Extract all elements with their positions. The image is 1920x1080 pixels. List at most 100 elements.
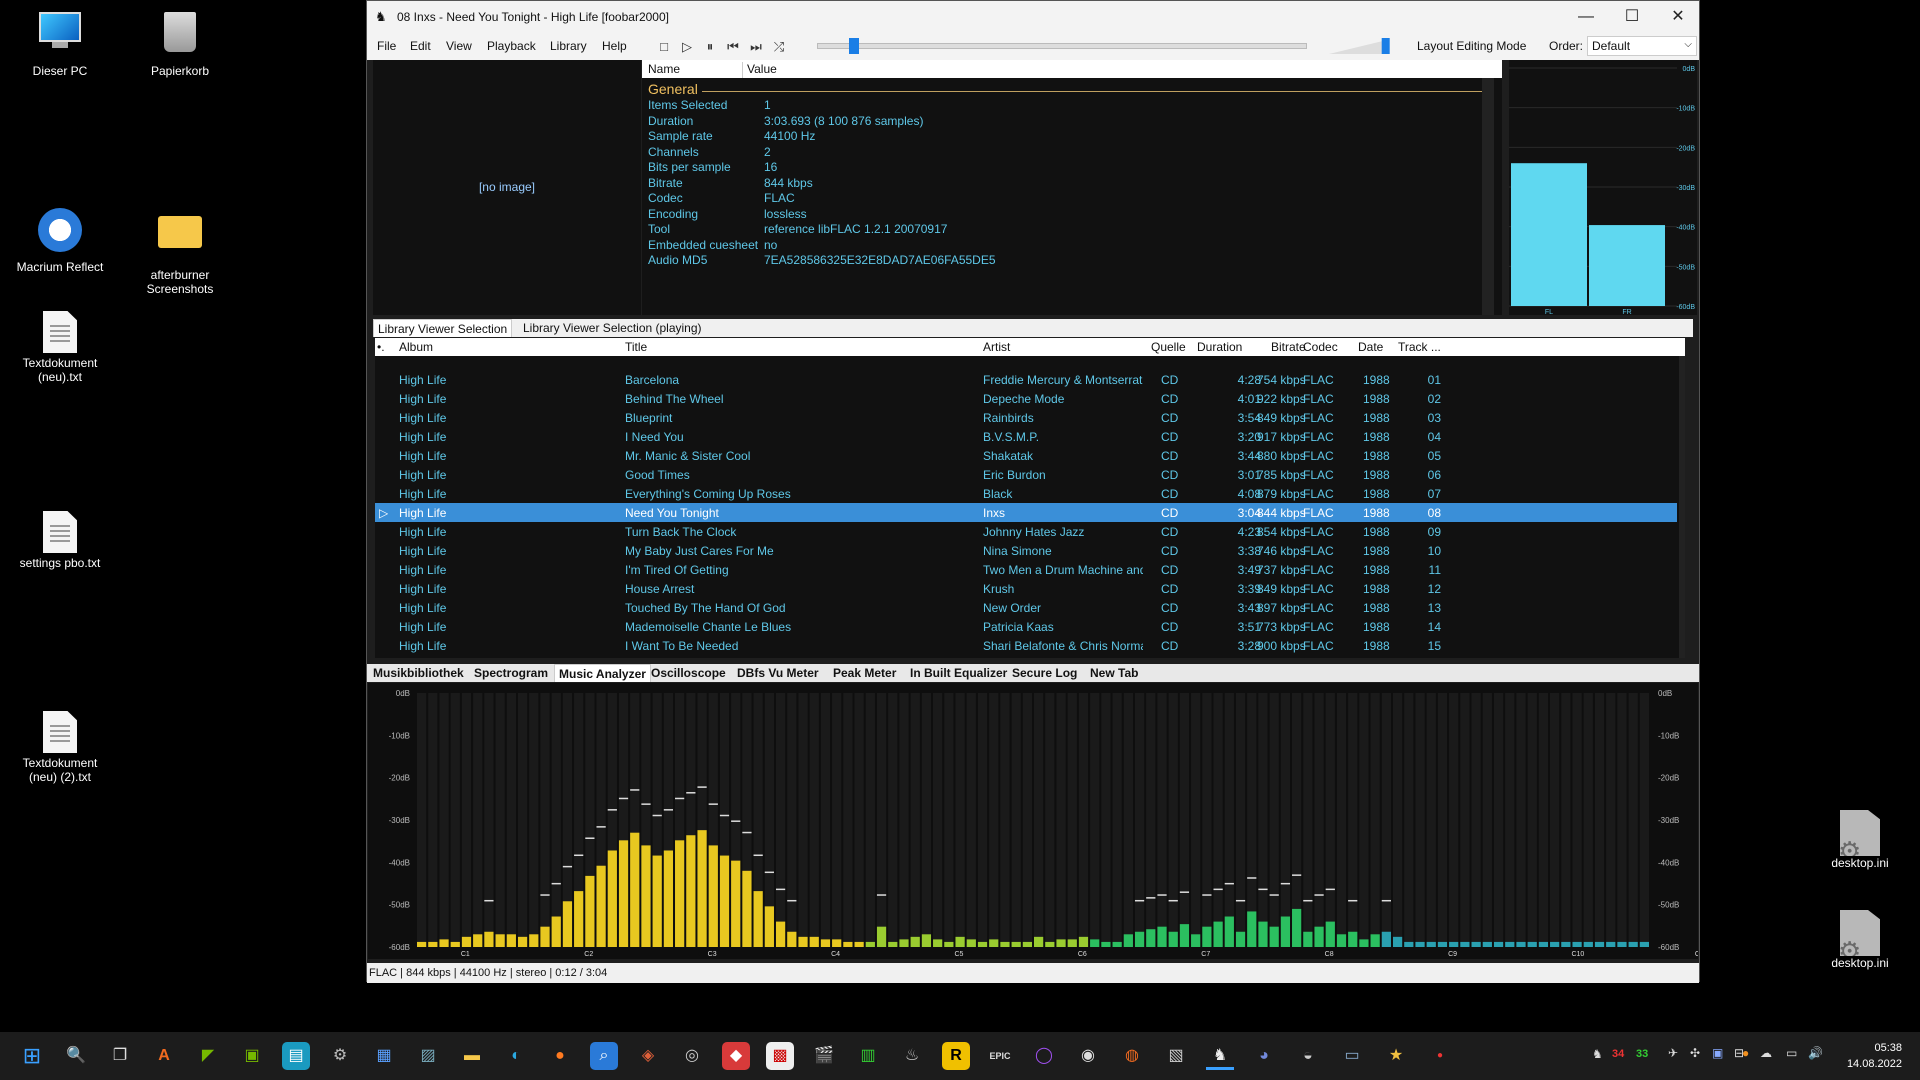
property-row[interactable]: Audio MD5 7EA528586325E32E8DAD7AE06FA55DE…: [648, 253, 996, 267]
playlist-row[interactable]: High Life I Want To Be Needed Shari Belafo…: [375, 636, 1677, 655]
tray-icon-1[interactable]: ♞: [1592, 1047, 1603, 1061]
playlist-row[interactable]: High Life House Arrest Krush CD 3:39 849 kbps…: [375, 579, 1677, 598]
property-row[interactable]: Sample rate 44100 Hz: [648, 129, 815, 143]
firefox-icon[interactable]: ●: [546, 1042, 574, 1070]
tray-icon-4[interactable]: ▣: [1712, 1046, 1723, 1060]
playlist-row[interactable]: High Life I Need You B.V.S.M.P. CD 3:20 917 k…: [375, 427, 1677, 446]
playlist-row[interactable]: High Life Mademoiselle Chante Le Blues Pat…: [375, 617, 1677, 636]
tab-music-analyzer[interactable]: Music Analyzer: [554, 664, 651, 682]
desktop-icon-afterburner-screenshots[interactable]: afterburner Screenshots: [130, 208, 230, 296]
store-icon[interactable]: ▦: [370, 1042, 398, 1070]
app-icon-12[interactable]: ★: [1382, 1042, 1410, 1070]
clock[interactable]: 05:38 14.08.2022: [1840, 1040, 1902, 1072]
col-name-header[interactable]: Name: [648, 62, 680, 76]
epic-games-icon[interactable]: EPIC: [986, 1042, 1014, 1070]
desktop-icon-settings-pbo[interactable]: settings pbo.txt: [10, 508, 110, 570]
title-bar[interactable]: ♞ 08 Inxs - Need You Tonight - High Life…: [367, 1, 1699, 33]
volume-icon[interactable]: 🔊: [1808, 1046, 1823, 1060]
col-playing-indicator[interactable]: •.: [377, 340, 385, 354]
menu-edit[interactable]: Edit: [410, 39, 431, 53]
playlist-row[interactable]: High Life Behind The Wheel Depeche Mode CD 4…: [375, 389, 1677, 408]
desktop-icon-this-pc[interactable]: Dieser PC: [10, 8, 110, 78]
app-icon-10[interactable]: ◒: [1294, 1042, 1322, 1070]
nvidia-control-icon[interactable]: ▣: [238, 1042, 266, 1070]
start-icon[interactable]: ⊞: [18, 1042, 46, 1070]
playlist-row[interactable]: High Life Everything's Coming Up Roses Bla…: [375, 484, 1677, 503]
monitor-app-icon[interactable]: ▤: [282, 1042, 310, 1070]
tray-icon-6[interactable]: ●: [1742, 1046, 1749, 1060]
foobar-taskbar-icon[interactable]: ♞: [1206, 1042, 1234, 1070]
network-icon[interactable]: ▭: [1786, 1046, 1797, 1060]
col-quelle[interactable]: Quelle: [1151, 340, 1186, 354]
col-artist[interactable]: Artist: [983, 340, 1010, 354]
seek-bar[interactable]: [817, 38, 1307, 54]
tab-spectrogram[interactable]: Spectrogram: [474, 666, 548, 680]
property-row[interactable]: Bitrate 844 kbps: [648, 176, 813, 190]
task-view-icon[interactable]: ❐: [106, 1042, 134, 1070]
photos-icon[interactable]: ▨: [414, 1042, 442, 1070]
playlist-row[interactable]: High Life Good Times Eric Burdon CD 3:01 785 …: [375, 465, 1677, 484]
desktop-icon-macrium-reflect[interactable]: Macrium Reflect: [10, 208, 110, 274]
property-row[interactable]: Codec FLAC: [648, 191, 795, 205]
origin-icon[interactable]: ◍: [1118, 1042, 1146, 1070]
random-icon[interactable]: ⤮: [770, 38, 788, 56]
next-icon[interactable]: ⏭: [747, 38, 765, 56]
tab-new-tab[interactable]: New Tab: [1090, 666, 1138, 680]
menu-file[interactable]: File: [377, 39, 396, 53]
property-row[interactable]: Encoding lossless: [648, 207, 807, 221]
col-bitrate[interactable]: Bitrate: [1271, 340, 1306, 354]
discord-icon[interactable]: ◕: [1250, 1042, 1278, 1070]
col-title[interactable]: Title: [625, 340, 647, 354]
col-track[interactable]: Track ...: [1398, 340, 1441, 354]
tab-musikbibliothek[interactable]: Musikbibliothek: [373, 666, 464, 680]
layout-editing-mode-button[interactable]: Layout Editing Mode: [1417, 39, 1526, 53]
col-album[interactable]: Album: [399, 340, 433, 354]
previous-icon[interactable]: ⏮: [724, 38, 742, 56]
app-icon-1[interactable]: A: [150, 1042, 178, 1070]
magnifier-app-icon[interactable]: ⌕: [590, 1042, 618, 1070]
col-duration[interactable]: Duration: [1197, 340, 1242, 354]
app-icon-2[interactable]: ◈: [634, 1042, 662, 1070]
tab-secure-log[interactable]: Secure Log: [1012, 666, 1077, 680]
property-row[interactable]: Embedded cuesheet no: [648, 238, 777, 252]
property-row[interactable]: Bits per sample 16: [648, 160, 777, 174]
menu-help[interactable]: Help: [602, 39, 627, 53]
app-icon-9[interactable]: ▧: [1162, 1042, 1190, 1070]
clapper-icon[interactable]: 🎬: [810, 1042, 838, 1070]
ubisoft-icon[interactable]: ◉: [1074, 1042, 1102, 1070]
app-icon-4[interactable]: ◆: [722, 1042, 750, 1070]
playlist-row[interactable]: High Life Blueprint Rainbirds CD 3:54 849 kbp…: [375, 408, 1677, 427]
properties-scrollbar[interactable]: [1482, 78, 1494, 315]
seek-thumb[interactable]: [849, 38, 860, 54]
play-icon[interactable]: ▷: [678, 38, 696, 56]
file-explorer-icon[interactable]: ▬: [458, 1042, 486, 1070]
menu-playback[interactable]: Playback: [487, 39, 536, 53]
app-icon-13[interactable]: ●: [1426, 1042, 1454, 1070]
app-icon-11[interactable]: ▭: [1338, 1042, 1366, 1070]
app-icon-3[interactable]: ◎: [678, 1042, 706, 1070]
tab-dbfs-vu-meter[interactable]: DBfs Vu Meter: [737, 666, 819, 680]
onedrive-icon[interactable]: ☁: [1760, 1046, 1772, 1060]
playlist-row[interactable]: High Life Touched By The Hand Of God New O…: [375, 598, 1677, 617]
col-value-header[interactable]: Value: [742, 62, 777, 78]
property-row[interactable]: Items Selected 1: [648, 98, 771, 112]
property-row[interactable]: Tool reference libFLAC 1.2.1 20070917: [648, 222, 947, 236]
nvidia-icon[interactable]: ◤: [194, 1042, 222, 1070]
playlist-row[interactable]: ▷ High Life Need You Tonight Inxs CD 3:04 844 …: [375, 503, 1677, 522]
playlist-row[interactable]: High Life I'm Tired Of Getting Two Men a D…: [375, 560, 1677, 579]
tray-icon-3[interactable]: ✣: [1690, 1046, 1700, 1060]
minimize-button[interactable]: —: [1563, 1, 1609, 33]
order-select[interactable]: Default ⌵: [1587, 36, 1697, 56]
steam-icon[interactable]: ♨: [898, 1042, 926, 1070]
tab-oscilloscope[interactable]: Oscilloscope: [651, 666, 726, 680]
property-row[interactable]: Channels 2: [648, 145, 771, 159]
volume-thumb[interactable]: [1381, 38, 1390, 54]
desktop-icon-desktop-ini-2[interactable]: desktop.ini: [1810, 910, 1910, 970]
tab-library-viewer-selection[interactable]: Library Viewer Selection: [373, 319, 513, 337]
app-icon-7[interactable]: R: [942, 1042, 970, 1070]
playlist-row[interactable]: High Life Barcelona Freddie Mercury & Mont…: [375, 370, 1677, 389]
close-button[interactable]: ✕: [1655, 1, 1701, 33]
desktop-icon-textdokument-2[interactable]: Textdokument (neu) (2).txt: [10, 708, 110, 784]
edge-icon[interactable]: ◐: [502, 1042, 530, 1070]
playlist-scrollbar[interactable]: [1679, 356, 1685, 658]
